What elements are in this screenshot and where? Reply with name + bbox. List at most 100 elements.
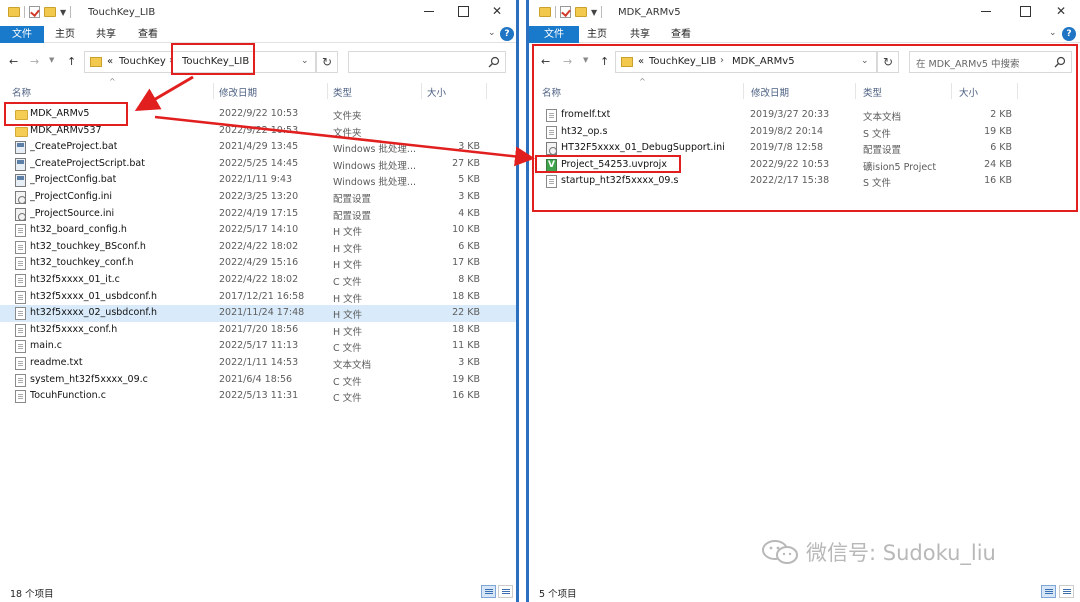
new-folder-icon[interactable] [575, 7, 587, 17]
file-name: ht32_board_config.h [30, 224, 127, 236]
sort-caret-icon: ^ [109, 77, 116, 86]
file-row[interactable]: ht32_touchkey_BSconf.h 2022/4/22 18:02 H 文… [0, 239, 516, 256]
file-size: 4 KB [458, 207, 480, 219]
file-size: 8 KB [458, 274, 480, 285]
customize-toolbar-icon[interactable]: ▼ [591, 8, 597, 17]
tab-home[interactable]: 主页 [582, 26, 612, 43]
column-size[interactable]: 大小 [427, 85, 446, 99]
refresh-button[interactable]: ↻ [316, 51, 338, 73]
file-row[interactable]: ht32_board_config.h 2022/5/17 14:10 H 文件 10… [0, 222, 516, 239]
file-row[interactable]: ht32_touchkey_conf.h 2022/4/29 15:16 H 文件 1… [0, 255, 516, 272]
highlight-box-folder [4, 102, 128, 126]
separator [24, 6, 25, 18]
file-row[interactable]: _ProjectSource.ini 2022/4/19 17:15 配置设置 4 K… [0, 206, 516, 223]
close-button[interactable]: ✕ [1054, 4, 1068, 18]
file-type: 文件夹 [333, 127, 362, 139]
file-type: 文本文档 [333, 360, 372, 371]
address-dropdown-icon[interactable]: ⌄ [301, 56, 309, 66]
ribbon-expand-icon[interactable]: ⌄ [488, 28, 496, 38]
file-name: ht32_touchkey_conf.h [30, 257, 134, 269]
folder-icon [90, 57, 102, 67]
file-type: 文件夹 [333, 111, 362, 122]
file-row[interactable]: system_ht32f5xxxx_09.c 2021/6/4 18:56 C 文件… [0, 372, 516, 389]
file-row[interactable]: _ProjectConfig.ini 2022/3/25 13:20 配置设置 3 K… [0, 189, 516, 206]
maximize-button[interactable] [1018, 4, 1032, 18]
file-type: Windows 批处理... [333, 160, 416, 172]
breadcrumb-prefix[interactable]: « [107, 56, 113, 67]
tab-file[interactable]: 文件 [529, 26, 579, 43]
item-count: 5 个项目 [539, 589, 577, 600]
file-row[interactable]: ht32f5xxxx_02_usbdconf.h 2021/11/24 17:48… [0, 305, 516, 322]
document-icon [15, 340, 26, 354]
search-input[interactable] [348, 51, 506, 73]
file-date: 2022/3/25 13:20 [219, 191, 299, 202]
file-date: 2022/4/22 18:02 [219, 274, 299, 285]
minimize-button[interactable] [979, 4, 993, 18]
column-separator[interactable] [213, 83, 214, 99]
file-row[interactable]: readme.txt 2022/1/11 14:53 文本文档 3 KB [0, 355, 516, 372]
tab-file[interactable]: 文件 [0, 26, 44, 43]
file-row[interactable]: main.c 2022/5/17 11:13 C 文件 11 KB [0, 338, 516, 355]
ribbon-expand-icon[interactable]: ⌄ [1049, 28, 1057, 38]
details-view-button[interactable] [1041, 585, 1056, 598]
file-name: MDK_ARMv537 [30, 124, 102, 136]
file-row[interactable]: ht32f5xxxx_01_it.c 2022/4/22 18:02 C 文件 8 K… [0, 272, 516, 289]
document-icon [15, 274, 26, 287]
large-icons-view-button[interactable] [1059, 585, 1074, 598]
file-name: system_ht32f5xxxx_09.c [30, 373, 148, 385]
document-icon [15, 390, 26, 404]
file-type: Windows 批处理... [333, 177, 416, 189]
file-row[interactable]: _ProjectConfig.bat 2022/1/11 9:43 Windows … [0, 172, 516, 189]
details-view-button[interactable] [481, 585, 496, 598]
minimize-button[interactable] [422, 4, 436, 18]
file-row[interactable]: _CreateProject.bat 2021/4/29 13:45 Windows… [0, 139, 516, 156]
column-date[interactable]: 修改日期 [219, 85, 257, 99]
breadcrumb-parent[interactable]: TouchKey [119, 56, 166, 67]
column-separator[interactable] [421, 83, 422, 99]
customize-toolbar-icon[interactable]: ▼ [60, 8, 66, 17]
back-arrow-icon[interactable]: ← [9, 55, 18, 68]
column-separator[interactable] [327, 83, 328, 99]
help-icon[interactable]: ? [1062, 27, 1076, 41]
tab-view[interactable]: 查看 [666, 26, 696, 43]
help-icon[interactable]: ? [500, 27, 514, 41]
column-separator[interactable] [486, 83, 487, 99]
file-date: 2022/1/11 9:43 [219, 174, 293, 186]
file-size: 18 KB [452, 323, 480, 335]
column-name[interactable]: 名称 [12, 85, 31, 99]
file-row[interactable]: _CreateProjectScript.bat 2022/5/25 14:45 W… [0, 156, 516, 173]
file-date: 2021/4/29 13:45 [219, 141, 299, 153]
properties-icon[interactable] [560, 6, 571, 18]
highlight-box-project-file [535, 155, 681, 173]
folder-icon [539, 7, 551, 17]
file-size: 27 KB [452, 157, 480, 169]
properties-icon[interactable] [29, 6, 40, 18]
file-name: TocuhFunction.c [30, 390, 106, 402]
file-date: 2022/4/22 18:02 [219, 240, 299, 252]
tab-view[interactable]: 查看 [133, 26, 163, 43]
tab-share[interactable]: 共享 [625, 26, 655, 43]
file-date: 2022/9/22 10:53 [219, 124, 299, 136]
file-row[interactable]: ht32f5xxxx_01_usbdconf.h 2017/12/21 16:58… [0, 289, 516, 306]
file-type: 配置设置 [333, 194, 372, 205]
watermark: 微信号: Sudoku_liu [760, 537, 996, 567]
file-row[interactable]: TocuhFunction.c 2022/5/13 11:31 C 文件 16 KB [0, 388, 516, 405]
forward-arrow-icon[interactable]: → [30, 55, 39, 68]
maximize-button[interactable] [456, 4, 470, 18]
watermark-text: 微信号: Sudoku_liu [806, 541, 996, 565]
large-icons-view-button[interactable] [498, 585, 513, 598]
close-button[interactable]: ✕ [490, 4, 504, 18]
tab-home[interactable]: 主页 [50, 26, 80, 43]
file-type: C 文件 [333, 376, 362, 388]
file-row[interactable]: ht32f5xxxx_conf.h 2021/7/20 18:56 H 文件 18 K… [0, 322, 516, 339]
file-type: H 文件 [333, 227, 363, 239]
separator [555, 6, 556, 18]
file-name: _ProjectConfig.ini [30, 191, 113, 202]
column-type[interactable]: 类型 [333, 85, 352, 99]
new-folder-icon[interactable] [44, 7, 56, 17]
up-arrow-icon[interactable]: ↑ [67, 55, 76, 68]
batch-file-icon [15, 174, 26, 188]
tab-share[interactable]: 共享 [91, 26, 121, 43]
recent-locations-icon[interactable]: ▼ [49, 56, 54, 64]
document-icon [15, 224, 26, 238]
